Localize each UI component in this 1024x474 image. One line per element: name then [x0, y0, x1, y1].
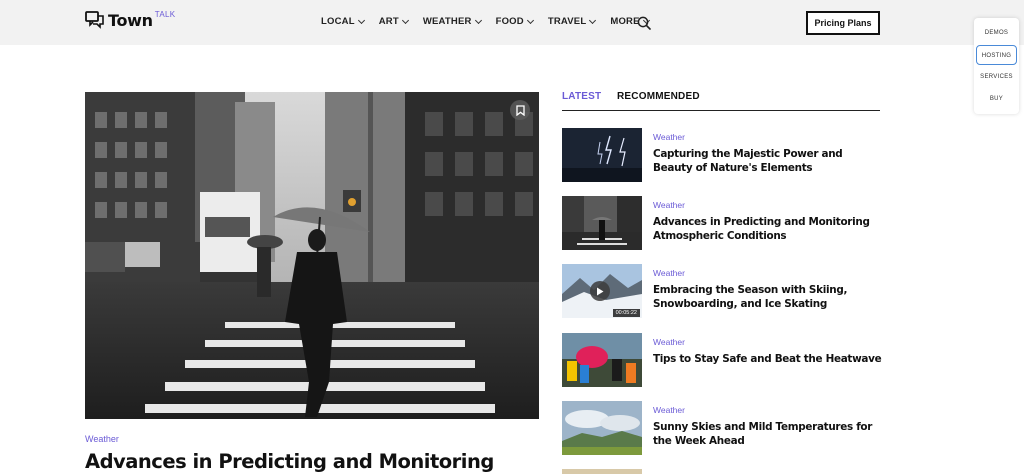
- main-nav: LOCAL ART WEATHER FOOD TRAVEL MORE: [321, 16, 664, 27]
- article-title[interactable]: Capturing the Majestic Power and Beauty …: [653, 147, 885, 175]
- article-thumbnail: 00:05:22: [562, 264, 642, 318]
- nav-label: MORE: [610, 16, 640, 27]
- side-item-services[interactable]: SERVICES: [976, 67, 1017, 87]
- brand-name: Town: [108, 11, 153, 30]
- hero-category[interactable]: Weather: [85, 434, 119, 444]
- chevron-down-icon: [474, 16, 482, 24]
- brand-sup: TALK: [154, 10, 176, 19]
- article-thumbnail: [562, 333, 642, 387]
- article-item[interactable]: Weather Advances in Predicting and Monit…: [562, 196, 882, 251]
- hero-title[interactable]: Advances in Predicting and Monitoring: [85, 450, 494, 473]
- side-item-hosting[interactable]: HOSTING: [976, 45, 1017, 65]
- article-category[interactable]: Weather: [653, 268, 685, 278]
- article-item[interactable]: Weather Sunny Skies and Mild Temperature…: [562, 401, 882, 456]
- pricing-plans-button[interactable]: Pricing Plans: [806, 11, 880, 35]
- article-thumbnail: [562, 196, 642, 250]
- hero-image[interactable]: [85, 92, 539, 419]
- tab-latest[interactable]: LATEST: [562, 91, 601, 102]
- site-logo[interactable]: Town TALK: [85, 10, 176, 31]
- nav-item-travel[interactable]: TRAVEL: [547, 16, 597, 27]
- article-category[interactable]: Weather: [653, 337, 685, 347]
- nav-item-art[interactable]: ART: [378, 16, 409, 27]
- site-header: Town TALK LOCAL ART WEATHER FOOD TRAVEL …: [0, 0, 1024, 45]
- chevron-down-icon: [526, 16, 534, 24]
- chevron-down-icon: [401, 16, 409, 24]
- nav-item-weather[interactable]: WEATHER: [422, 16, 482, 27]
- nav-label: WEATHER: [422, 16, 472, 27]
- bookmark-button[interactable]: [510, 100, 530, 120]
- article-category[interactable]: Weather: [653, 405, 685, 415]
- article-title[interactable]: Sunny Skies and Mild Temperatures for th…: [653, 420, 885, 448]
- demo-side-menu: DEMOS HOSTING SERVICES BUY: [974, 18, 1019, 114]
- article-category[interactable]: Weather: [653, 132, 685, 142]
- chat-bubbles-icon: [85, 11, 104, 29]
- article-thumbnail: [562, 128, 642, 182]
- side-item-buy[interactable]: BUY: [976, 89, 1017, 109]
- article-tabs: LATEST RECOMMENDED: [562, 91, 880, 111]
- nav-item-local[interactable]: LOCAL: [321, 16, 365, 27]
- rainy-street-photo: [85, 92, 539, 419]
- article-thumbnail-partial: [562, 469, 642, 474]
- video-duration: 00:05:22: [612, 309, 640, 317]
- article-item[interactable]: Weather Capturing the Majestic Power and…: [562, 128, 882, 183]
- nav-label: TRAVEL: [547, 16, 587, 27]
- nav-item-food[interactable]: FOOD: [495, 16, 534, 27]
- play-icon: [597, 287, 604, 295]
- search-icon[interactable]: [637, 16, 651, 30]
- nav-label: ART: [378, 16, 399, 27]
- article-title[interactable]: Tips to Stay Safe and Beat the Heatwave: [653, 352, 885, 366]
- play-button[interactable]: [590, 281, 610, 301]
- article-item[interactable]: Weather Tips to Stay Safe and Beat the H…: [562, 333, 882, 388]
- nav-label: LOCAL: [321, 16, 355, 27]
- tab-recommended[interactable]: RECOMMENDED: [617, 91, 700, 102]
- article-thumbnail: [562, 401, 642, 455]
- article-title[interactable]: Advances in Predicting and Monitoring At…: [653, 215, 885, 243]
- article-title[interactable]: Embracing the Season with Skiing, Snowbo…: [653, 283, 885, 311]
- side-item-demos[interactable]: DEMOS: [976, 23, 1017, 43]
- nav-label: FOOD: [495, 16, 524, 27]
- article-item[interactable]: 00:05:22 Weather Embracing the Season wi…: [562, 264, 882, 319]
- bookmark-icon: [515, 104, 525, 116]
- chevron-down-icon: [357, 16, 365, 24]
- chevron-down-icon: [589, 16, 597, 24]
- article-category[interactable]: Weather: [653, 200, 685, 210]
